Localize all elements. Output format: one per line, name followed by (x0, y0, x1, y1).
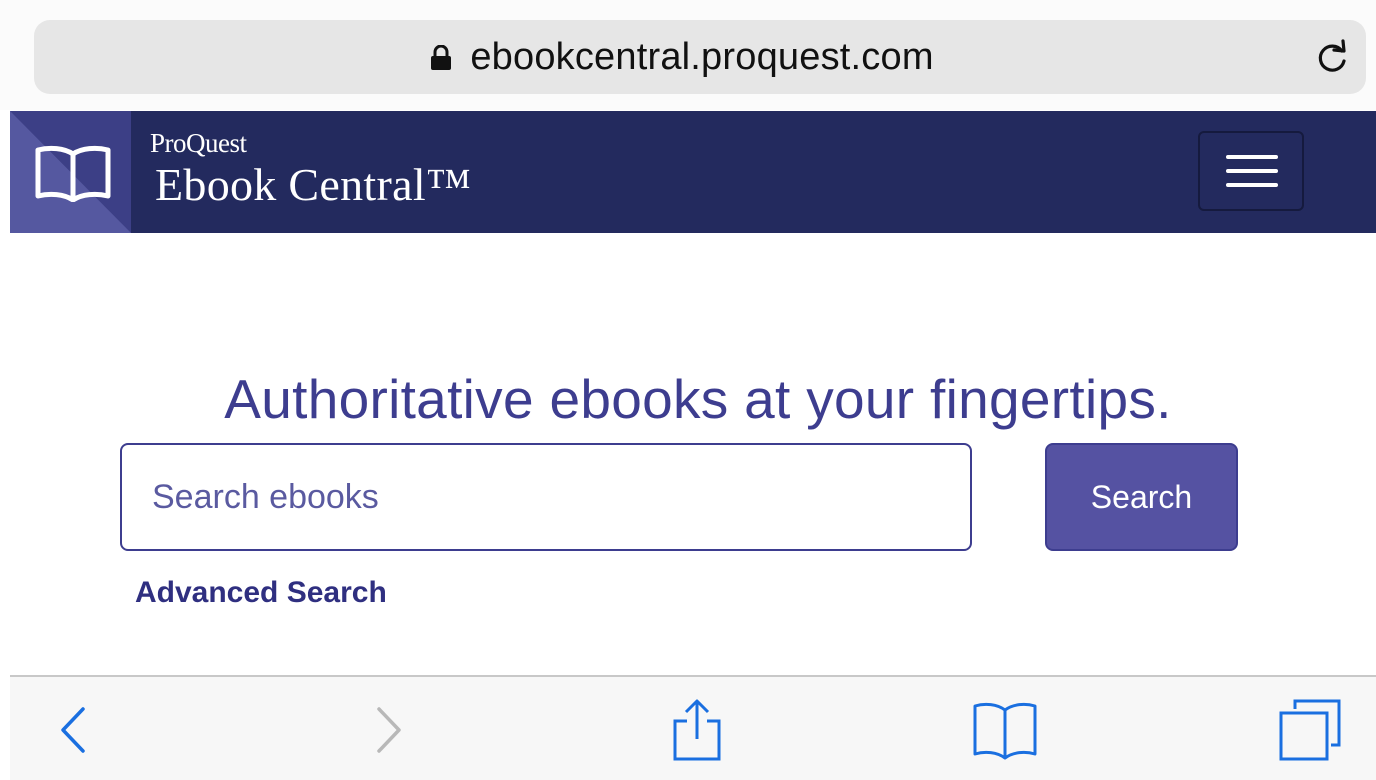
reload-icon[interactable] (1314, 39, 1350, 75)
hamburger-menu-icon-bar (1226, 183, 1278, 187)
hamburger-menu-icon (1226, 155, 1278, 159)
brand-product-name[interactable]: Ebook Central™ (155, 158, 471, 211)
page: ebookcentral.proquest.com ProQuest Ebook… (0, 0, 1376, 780)
browser-bottom-toolbar (10, 675, 1376, 780)
hamburger-menu-icon-bar (1226, 169, 1278, 173)
url-text: ebookcentral.proquest.com (470, 35, 934, 78)
open-book-icon (35, 145, 111, 202)
page-edge (0, 111, 10, 780)
logo[interactable] (10, 111, 131, 233)
back-button[interactable] (38, 695, 108, 765)
tabs-button[interactable] (1275, 695, 1345, 765)
page-tagline: Authoritative ebooks at your fingertips. (224, 367, 1172, 430)
tabs-icon (1279, 699, 1341, 761)
bookmarks-icon (973, 702, 1037, 760)
menu-button[interactable] (1198, 131, 1304, 211)
forward-button[interactable] (354, 695, 424, 765)
search-input[interactable] (120, 443, 972, 551)
bookmarks-button[interactable] (970, 695, 1040, 765)
forward-icon (377, 707, 401, 753)
share-icon (673, 699, 721, 761)
lock-icon (431, 45, 452, 70)
address-bar[interactable]: ebookcentral.proquest.com (34, 20, 1366, 94)
advanced-search-link[interactable]: Advanced Search (135, 576, 387, 610)
share-button[interactable] (662, 695, 732, 765)
address-bar-content: ebookcentral.proquest.com (34, 20, 1366, 94)
back-icon (61, 707, 85, 753)
browser-top-bar: ebookcentral.proquest.com (0, 0, 1376, 110)
search-button[interactable]: Search (1045, 443, 1238, 551)
brand-publisher: ProQuest (150, 128, 247, 158)
